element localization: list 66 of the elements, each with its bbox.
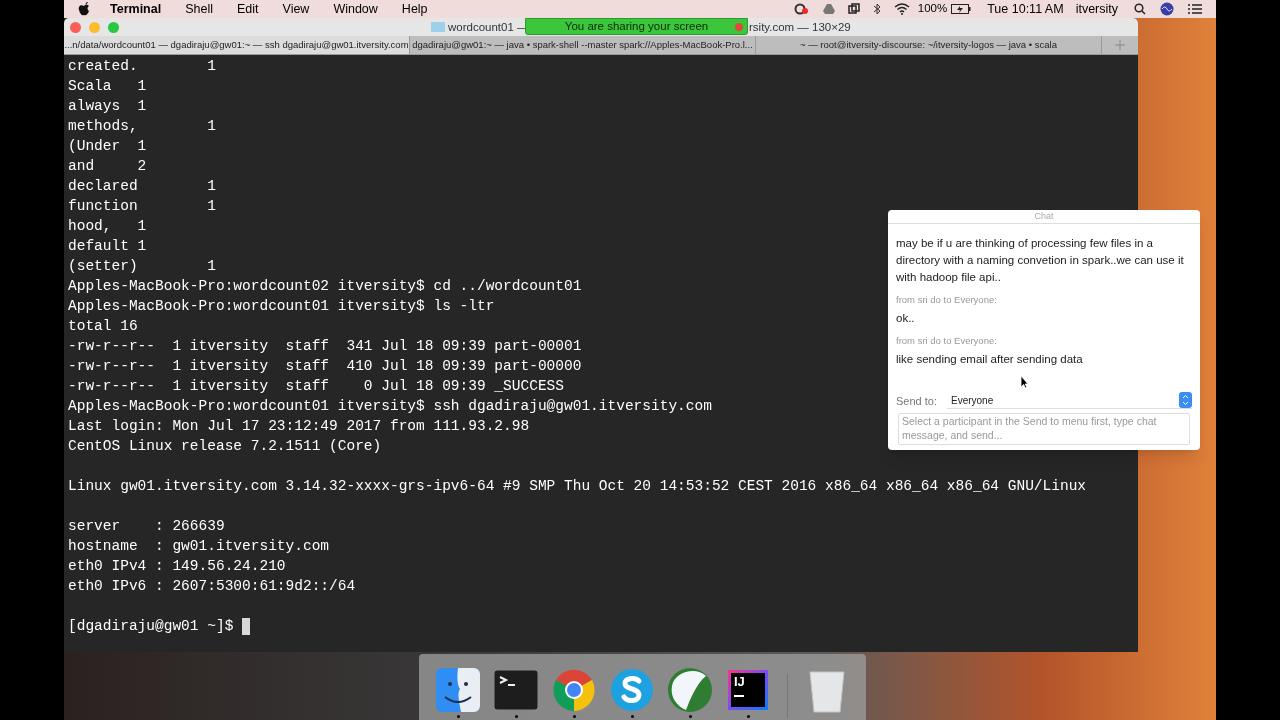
mouse-cursor-icon [1020,375,1029,389]
message-sender: from sri do to Everyone: [896,294,998,306]
terminal-line: hostname : gw01.itversity.com [68,537,330,556]
select-arrows-icon [1179,392,1192,409]
battery-percentage: 100% [917,1,948,17]
bluetooth-icon[interactable] [871,3,882,15]
send-to-label: Send to: [896,393,937,409]
search-icon[interactable] [1134,3,1146,15]
apple-icon[interactable] [78,2,90,16]
terminal-line: Apples-MacBook-Pro:wordcount01 itversity$ ssh dgadiraju@gw01.itversity.com [68,397,712,416]
message-sender: from sri do to Everyone: [896,335,998,347]
terminal-line: Apples-MacBook-Pro:wordcount01 itversity$ ls -ltr [68,297,495,316]
terminal-line: -rw-r--r-- 1 itversity staff 0 Jul 18 09:39 _SUCCESS [68,377,564,396]
terminal-line: hood, 1 [68,217,147,236]
menu-clock[interactable]: Tue 10:11 AM [987,0,1064,19]
terminal-line: Scala 1 [68,77,147,96]
finder-icon[interactable] [435,667,481,713]
terminal-line: Linux gw01.itversity.com 3.14.32-xxxx-grs-ipv6-64 #9 SMP Thu Oct 20 14:53:52 CEST 2016 x86_64 x86_64 x86_64 GNU/Linux [68,477,1087,496]
terminal-line: and 2 [68,157,147,176]
siri-icon[interactable] [1160,2,1174,16]
menu-item[interactable]: Shell [185,0,213,19]
menu-item[interactable]: Edit [236,0,259,19]
menu-user[interactable]: itversity [1075,0,1118,19]
terminal-line: [dgadiraju@gw01 ~]$ [68,617,235,636]
chat-input[interactable]: Select a participant in the Send to menu first, type chat message, and send... [898,413,1190,445]
menu-item[interactable]: Help [401,0,428,19]
terminal-line: function 1 [68,197,216,216]
terminal-tab[interactable]: ...n/data/wordcount01 — dgadiraju@gw01:~ — ssh dgadiraju@gw01.itversity.com [64,36,410,54]
terminal-line: server : 266639 [68,517,225,536]
menu-item[interactable]: Window [333,0,378,19]
battery-icon[interactable] [951,4,972,14]
terminal-line: always 1 [68,97,147,116]
terminal-line: Last login: Mon Jul 17 23:12:49 2017 from 111.93.2.98 [68,417,530,436]
drive-icon[interactable] [821,3,836,15]
terminal-line: -rw-r--r-- 1 itversity staff 410 Jul 18 09:39 part-00000 [68,357,582,376]
chat-message: may be if u are thinking of processing few files in a directory with a naming convetion in spark..we can use it with hadoop file api.. [896,236,1185,285]
folder-icon [431,22,445,32]
windows-icon[interactable] [847,3,860,15]
terminal-line: eth0 IPv6 : 2607:5300:61:9d2::/64 [68,577,356,596]
terminal-icon[interactable] [493,669,539,711]
terminal-line: CentOS Linux release 7.2.1511 (Core) [68,437,382,456]
menu-app-name[interactable]: Terminal [110,0,162,19]
terminal-line: eth0 IPv4 : 149.56.24.210 [68,557,286,576]
webex-icon[interactable] [666,666,714,714]
terminal-line: (setter) 1 [68,257,216,276]
intellij-icon[interactable]: IJ [728,670,768,710]
skype-icon[interactable] [608,666,656,714]
terminal-tab[interactable]: dgadiraju@gw01:~ — java • spark-shell --master spark://Apples-MacBook-Pro.l... [410,36,756,54]
terminal-line: default 1 [68,237,147,256]
chat-message: like sending email after sending data [896,352,1084,367]
terminal-line: total 16 [68,317,138,336]
send-to-select[interactable]: Everyone [947,392,1192,409]
list-icon[interactable] [1188,3,1202,15]
terminal-line: -rw-r--r-- 1 itversity staff 341 Jul 18 09:39 part-00001 [68,337,582,356]
sharing-text: You are sharing your screen [564,18,709,34]
terminal-line: methods, 1 [68,117,216,136]
creative-cloud-icon[interactable] [793,3,810,15]
chat-message: ok.. [896,311,916,326]
terminal-line: declared 1 [68,177,216,196]
menu-item[interactable]: View [282,0,310,19]
terminal-line: created. 1 [68,57,216,76]
terminal-line: Apples-MacBook-Pro:wordcount02 itversity$ cd ../wordcount01 [68,277,582,296]
wifi-icon[interactable] [893,3,910,15]
window-title: rsity.com — 130×29 [749,20,851,35]
terminal-line: (Under 1 [68,137,147,156]
chat-title: Chat [1034,209,1054,223]
